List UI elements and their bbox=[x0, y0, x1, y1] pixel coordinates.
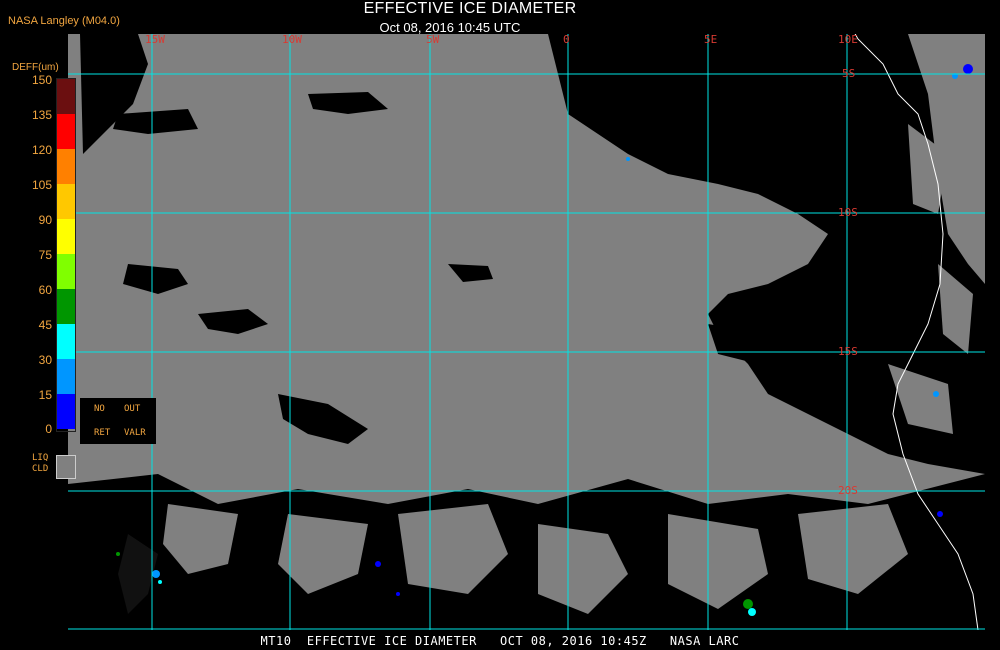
colorbar-bin bbox=[57, 149, 75, 184]
map-subtitle: Oct 08, 2016 10:45 UTC bbox=[379, 20, 521, 35]
colorbar-bin bbox=[57, 79, 75, 114]
footer-caption: MT10 EFFECTIVE ICE DIAMETER OCT 08, 2016… bbox=[260, 634, 740, 648]
colorbar-title: DEFF(um) bbox=[12, 62, 59, 73]
liq-label: LIQ bbox=[32, 453, 49, 463]
cld-label: CLD bbox=[32, 464, 49, 474]
colorbar-bin bbox=[57, 394, 75, 429]
colorbar-tick: 0 bbox=[45, 422, 52, 436]
lon-label-15w: 15W bbox=[145, 33, 165, 46]
colorbar-tick: 75 bbox=[38, 248, 52, 262]
colorbar-bin bbox=[57, 184, 75, 219]
colorbar-bin bbox=[57, 289, 75, 324]
colorbar-bin bbox=[57, 324, 75, 359]
no-label: NO bbox=[94, 404, 105, 414]
lat-label-15s: 15S bbox=[838, 345, 858, 358]
no-retrieval-legend: NO RET OUT VALR bbox=[80, 398, 156, 444]
liquid-cloud-legend-label: LIQ CLD bbox=[32, 453, 48, 475]
lon-label-5w: 5W bbox=[426, 33, 440, 46]
colorbar-bin bbox=[57, 254, 75, 289]
colorbar-tick: 135 bbox=[31, 108, 52, 122]
ret-label: RET bbox=[94, 428, 111, 438]
lon-label-10e: 10E bbox=[838, 33, 858, 46]
colorbar-bin bbox=[57, 359, 75, 394]
satellite-map bbox=[68, 34, 985, 630]
colorbar-tick: 90 bbox=[38, 213, 52, 227]
out-label: OUT bbox=[124, 404, 141, 414]
colorbar-tick: 45 bbox=[38, 318, 52, 332]
colorbar-tick: 15 bbox=[38, 388, 52, 402]
colorbar-tick: 120 bbox=[31, 143, 52, 157]
liquid-cloud-swatch bbox=[56, 455, 76, 479]
map-title: EFFECTIVE ICE DIAMETER bbox=[363, 0, 577, 17]
colorbar-bin bbox=[57, 114, 75, 149]
colorbar-bin bbox=[57, 219, 75, 254]
lat-label-20s: 20S bbox=[838, 484, 858, 497]
lon-label-10w: 10W bbox=[282, 33, 302, 46]
lon-label-5e: 5E bbox=[704, 33, 718, 46]
valr-label: VALR bbox=[124, 428, 146, 438]
lat-label-10s: 10S bbox=[838, 206, 858, 219]
colorbar bbox=[56, 78, 76, 432]
colorbar-tick: 150 bbox=[31, 73, 52, 87]
colorbar-tick: 30 bbox=[38, 353, 52, 367]
colorbar-tick: 60 bbox=[38, 283, 52, 297]
lat-label-5s: 5S bbox=[842, 67, 856, 80]
lon-label-0: 0 bbox=[563, 33, 570, 46]
colorbar-tick: 105 bbox=[31, 178, 52, 192]
